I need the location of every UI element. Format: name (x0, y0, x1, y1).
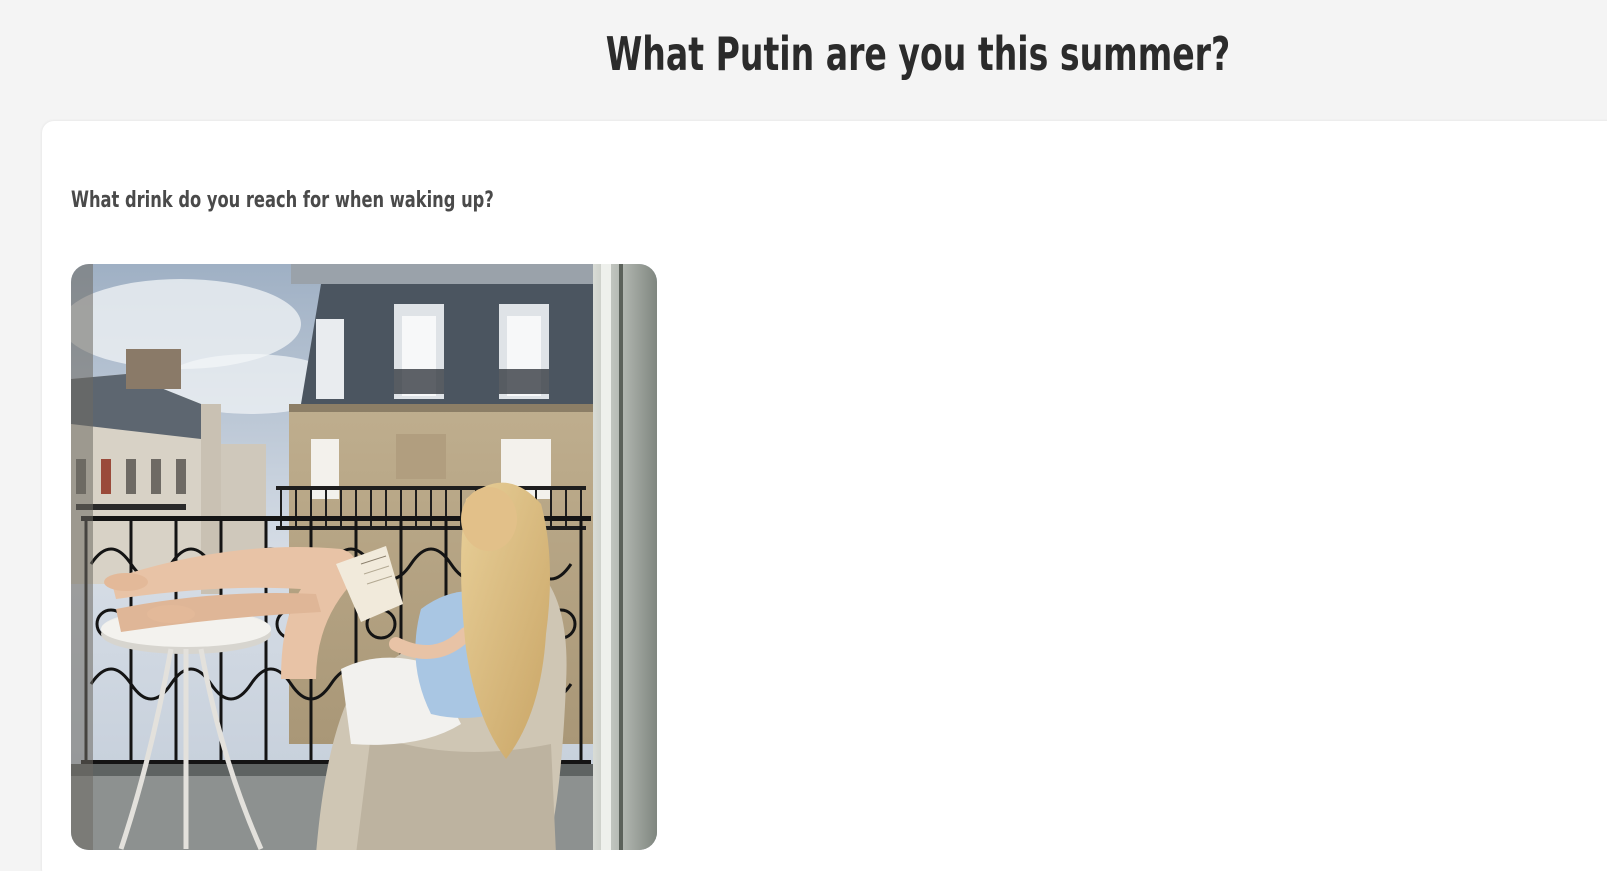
question-image[interactable] (71, 264, 657, 850)
question-text: What drink do you reach for when waking … (71, 188, 494, 213)
balcony-photo-icon (71, 264, 657, 850)
page-title: What Putin are you this summer? (605, 27, 1231, 81)
question-card: What drink do you reach for when waking … (42, 121, 1607, 871)
